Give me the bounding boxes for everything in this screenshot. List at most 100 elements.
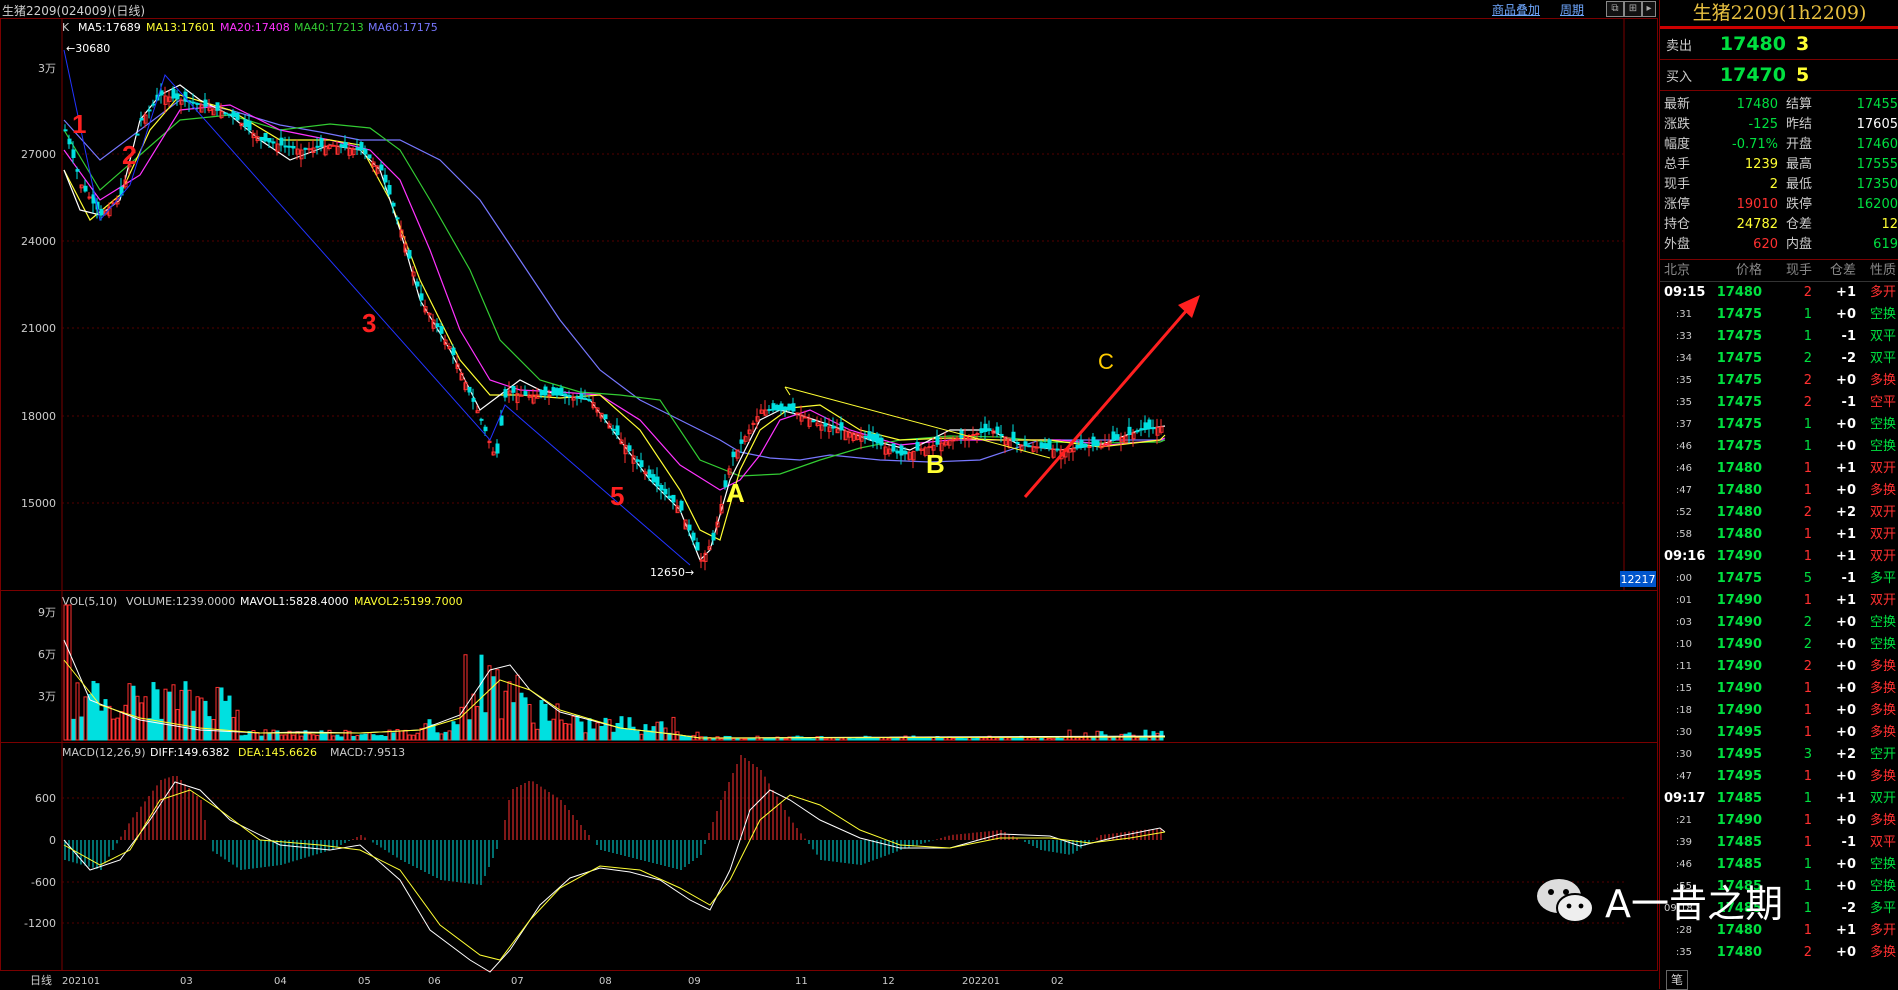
stat-row: 涨停 19010 跌停 16200 (1660, 195, 1898, 215)
candle-body (1151, 427, 1156, 430)
bid-row[interactable]: 买入 17470 5 (1660, 60, 1898, 91)
ma20-legend: MA20:17408 (220, 21, 290, 34)
tick-row[interactable]: :01 17490 1 +1 双开 (1660, 590, 1898, 612)
candle-body (355, 147, 360, 150)
tick-nature: 多换 (1869, 813, 1896, 828)
volume-bar (663, 727, 668, 741)
stat-label: 持仓 (1664, 217, 1691, 232)
tick-qty: 1 (1803, 835, 1812, 850)
tick-time: :03 (1675, 617, 1692, 628)
stat-value: 17455 (1856, 97, 1898, 112)
tick-row[interactable]: :47 17480 1 +0 多换 (1660, 480, 1898, 502)
tick-row[interactable]: :30 17495 1 +0 多换 (1660, 722, 1898, 744)
tick-header[interactable]: 性质 (1856, 260, 1896, 281)
tick-time: 09:15 (1664, 285, 1706, 300)
restore-icon[interactable]: ⧉ (1606, 1, 1624, 17)
candle-body (235, 112, 240, 121)
quote-panel: 生猪2209(1h2209) 卖出 17480 3 买入 17470 5 最新 1… (1659, 0, 1898, 989)
tick-row[interactable]: :39 17485 1 -1 双平 (1660, 832, 1898, 854)
tick-row[interactable]: :58 17480 1 +1 双开 (1660, 524, 1898, 546)
tick-row[interactable]: :37 17475 1 +0 空换 (1660, 414, 1898, 436)
candle-body (415, 281, 420, 287)
volume-bar (423, 723, 428, 741)
tick-row[interactable]: :47 17495 1 +0 多换 (1660, 766, 1898, 788)
vol-tick: 6万 (38, 648, 56, 661)
tick-row[interactable]: :34 17475 2 -2 双平 (1660, 348, 1898, 370)
candle-body (147, 109, 152, 112)
tick-row[interactable]: :52 17480 2 +2 双开 (1660, 502, 1898, 524)
stat-row: 涨跌 -125 昨结 17605 (1660, 115, 1898, 135)
volume-bar (575, 714, 580, 741)
tick-qty: 2 (1803, 351, 1812, 366)
candle-body (739, 439, 744, 444)
volume-bar (763, 737, 768, 741)
volume-bar (467, 719, 472, 741)
candle-body (987, 428, 992, 432)
volume-bar (543, 703, 548, 741)
volume-bar (1139, 736, 1144, 741)
tick-row[interactable]: :21 17490 1 +0 多换 (1660, 810, 1898, 832)
candle-body (711, 532, 716, 541)
max-price-label: ←30680 (66, 42, 110, 55)
x-tick: 202201 (962, 976, 1000, 987)
scroll-icon[interactable]: ▸ (1642, 1, 1656, 17)
tick-qty: 2 (1803, 637, 1812, 652)
tick-header[interactable]: 仓差 (1812, 260, 1856, 281)
volume-bar (83, 696, 88, 741)
tick-price: 17480 (1716, 483, 1762, 498)
zoom-icon[interactable]: ⊞ (1624, 1, 1642, 17)
tick-time: :52 (1675, 507, 1692, 518)
tick-row[interactable]: :15 17490 1 +0 多换 (1660, 678, 1898, 700)
wave-label-5: 5 (610, 481, 624, 511)
tick-row[interactable]: :33 17475 1 -1 双平 (1660, 326, 1898, 348)
tick-oi-change: +0 (1836, 769, 1856, 784)
tick-row[interactable]: :30 17495 3 +2 空开 (1660, 744, 1898, 766)
volume-bar (151, 682, 156, 741)
tick-row[interactable]: :11 17490 2 +0 多换 (1660, 656, 1898, 678)
instrument-title: 生猪2209(1h2209) (1660, 0, 1898, 29)
tick-row[interactable]: :10 17490 2 +0 空换 (1660, 634, 1898, 656)
x-tick: 06 (428, 976, 441, 987)
tick-row[interactable]: :18 17490 1 +0 多换 (1660, 700, 1898, 722)
tick-row[interactable]: 09:15 17480 2 +1 多开 (1660, 282, 1898, 304)
tick-time: 09:16 (1664, 549, 1706, 564)
candle-body (1055, 448, 1060, 451)
tick-row[interactable]: :35 17475 2 -1 空平 (1660, 392, 1898, 414)
tick-row[interactable]: :46 17480 1 +1 双开 (1660, 458, 1898, 480)
tick-time: :15 (1675, 683, 1692, 694)
tick-row[interactable]: :31 17475 1 +0 空换 (1660, 304, 1898, 326)
volume-bar (219, 687, 224, 741)
tick-row[interactable]: :35 17475 2 +0 多换 (1660, 370, 1898, 392)
tick-row[interactable]: 09:16 17490 1 +1 双开 (1660, 546, 1898, 568)
tick-row[interactable]: 09:17 17485 1 +1 双开 (1660, 788, 1898, 810)
overlay-commodity-link[interactable]: 商品叠加 (1492, 1, 1540, 18)
candle-body (655, 476, 660, 487)
volume-bar (531, 722, 536, 741)
candle-body (159, 90, 164, 96)
tick-header[interactable]: 价格 (1706, 260, 1762, 281)
tick-qty: 2 (1803, 285, 1812, 300)
candle-body (359, 142, 364, 151)
tick-table[interactable]: 09:15 17480 2 +1 多开:31 17475 1 +0 空换:33 17475 1 -1 双… (1660, 282, 1898, 964)
price-tick: 15000 (21, 497, 56, 510)
tick-row[interactable]: :00 17475 5 -1 多平 (1660, 568, 1898, 590)
tick-row[interactable]: :35 17480 2 +0 多换 (1660, 942, 1898, 964)
period-link[interactable]: 周期 (1560, 1, 1584, 18)
candle-body (1147, 419, 1152, 430)
ask-row[interactable]: 卖出 17480 3 (1660, 29, 1898, 60)
tick-header[interactable]: 现手 (1762, 260, 1812, 281)
chart-canvas[interactable]: K MA5:17689 MA13:17601 MA20:17408 MA40:1… (0, 0, 1658, 989)
tick-row[interactable]: :46 17475 1 +0 空换 (1660, 436, 1898, 458)
volume-bar (299, 735, 304, 741)
tick-row[interactable]: :03 17490 2 +0 空换 (1660, 612, 1898, 634)
tick-nature: 空换 (1869, 637, 1896, 652)
volume-bar (891, 738, 896, 741)
volume-bar (835, 738, 840, 741)
x-tick: 02 (1051, 976, 1064, 987)
volume-bar (519, 692, 524, 741)
volume-bar (383, 736, 388, 741)
tick-header[interactable]: 北京 (1660, 260, 1706, 281)
volume-bar (1003, 737, 1008, 741)
ask-label: 卖出 (1666, 38, 1693, 54)
tab-ticks[interactable]: 笔 (1666, 970, 1688, 990)
